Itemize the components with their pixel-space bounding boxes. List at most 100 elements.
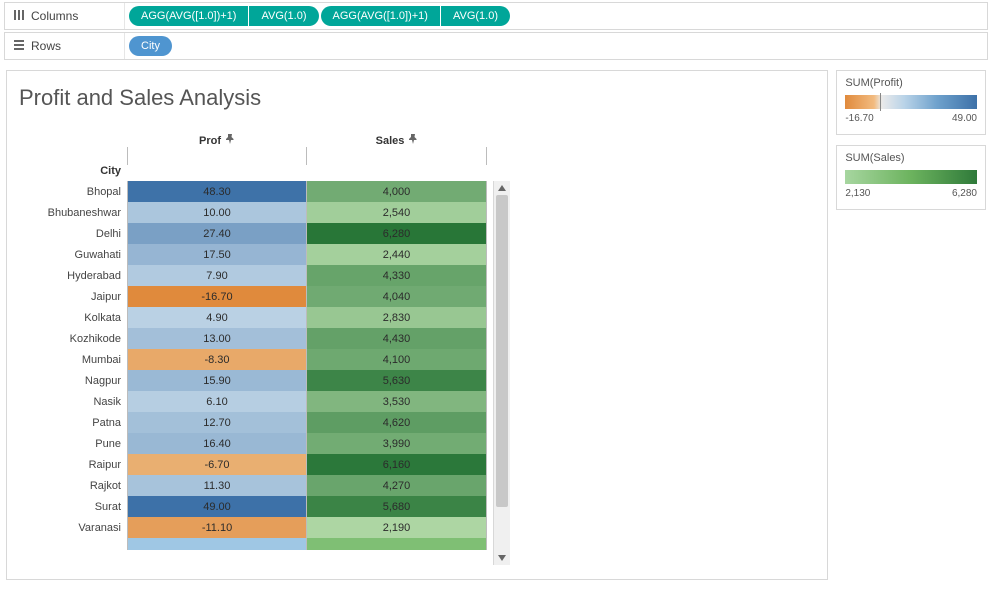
sales-cell[interactable]: 4,620 [307,412,487,433]
sales-cell[interactable]: 4,430 [307,328,487,349]
table-row: Raipur-6.706,160 [7,454,487,475]
profit-cell[interactable]: 7.90 [127,265,307,286]
table-row: Nagpur15.905,630 [7,370,487,391]
sales-cell[interactable]: 3,530 [307,391,487,412]
col-header-sales[interactable]: Sales [307,134,487,147]
legend-sales[interactable]: SUM(Sales) 2,130 6,280 [836,145,986,210]
sales-cell[interactable]: 6,160 [307,454,487,475]
table-row: Jaipur-16.704,040 [7,286,487,307]
columns-icon [13,9,25,24]
sales-cell[interactable]: 2,830 [307,307,487,328]
columns-pill-area[interactable]: AGG(AVG([1.0])+1)AVG(1.0)AGG(AVG([1.0])+… [125,3,987,29]
legend-profit[interactable]: SUM(Profit) -16.70 49.00 [836,70,986,135]
rows-label-text: Rows [31,39,61,53]
legend-sales-min: 2,130 [845,188,870,199]
pin-icon [408,134,418,147]
table-row: Hyderabad7.904,330 [7,265,487,286]
pill[interactable]: City [129,36,172,56]
profit-cell[interactable]: 11.30 [127,475,307,496]
data-table: Bhopal48.304,000Bhubaneshwar10.002,540De… [7,181,487,567]
row-label[interactable]: Surat [7,501,127,513]
profit-cell[interactable]: 15.90 [127,370,307,391]
sales-cell[interactable]: 5,680 [307,496,487,517]
profit-cell[interactable]: 4.90 [127,307,307,328]
profit-cell[interactable]: 48.30 [127,181,307,202]
sales-cell[interactable]: 6,280 [307,223,487,244]
table-row: Rajkot11.304,270 [7,475,487,496]
legend-panel: SUM(Profit) -16.70 49.00 SUM(Sales) 2,13… [836,70,986,580]
legend-sales-max: 6,280 [952,188,977,199]
profit-cell[interactable]: -11.10 [127,517,307,538]
table-row: Kozhikode13.004,430 [7,328,487,349]
sales-cell[interactable]: 4,100 [307,349,487,370]
row-label[interactable]: Guwahati [7,249,127,261]
table-row: Varanasi-11.102,190 [7,517,487,538]
legend-profit-min: -16.70 [845,113,873,124]
profit-cell[interactable]: -6.70 [127,454,307,475]
table-row-partial [7,538,487,550]
pill[interactable]: AGG(AVG([1.0])+1) [321,6,440,26]
columns-label-text: Columns [31,9,78,23]
legend-sales-title: SUM(Sales) [845,152,977,164]
profit-cell[interactable]: -8.30 [127,349,307,370]
sales-cell[interactable]: 2,190 [307,517,487,538]
sales-cell[interactable]: 3,990 [307,433,487,454]
table-row: Bhopal48.304,000 [7,181,487,202]
row-label[interactable]: Kozhikode [7,333,127,345]
scroll-up-button[interactable] [493,181,510,195]
table-row: Guwahati17.502,440 [7,244,487,265]
scrollbar[interactable] [493,195,510,551]
legend-profit-max: 49.00 [952,113,977,124]
row-label[interactable]: Mumbai [7,354,127,366]
profit-cell[interactable]: 27.40 [127,223,307,244]
row-label[interactable]: Pune [7,438,127,450]
rows-pill-area[interactable]: City [125,33,987,59]
row-label[interactable]: Nasik [7,396,127,408]
profit-cell[interactable]: 12.70 [127,412,307,433]
row-label[interactable]: Rajkot [7,480,127,492]
pill[interactable]: AVG(1.0) [440,6,510,26]
sales-cell[interactable]: 4,000 [307,181,487,202]
row-label[interactable]: Hyderabad [7,270,127,282]
row-label[interactable]: Nagpur [7,375,127,387]
pill[interactable]: AVG(1.0) [248,6,318,26]
row-label[interactable]: Bhubaneshwar [7,207,127,219]
profit-cell[interactable]: -16.70 [127,286,307,307]
legend-sales-gradient [845,170,977,184]
column-headers: Prof Sales [7,127,827,147]
row-label[interactable]: Delhi [7,228,127,240]
sales-cell[interactable]: 4,330 [307,265,487,286]
pin-icon [225,134,235,147]
viz-panel: Profit and Sales Analysis Prof Sales [6,70,828,580]
pill[interactable]: AGG(AVG([1.0])+1) [129,6,248,26]
profit-cell[interactable]: 13.00 [127,328,307,349]
scroll-down-button[interactable] [493,551,510,565]
row-label[interactable]: Kolkata [7,312,127,324]
table-row: Nasik6.103,530 [7,391,487,412]
col-header-profit[interactable]: Prof [127,134,307,147]
rows-icon [13,39,25,54]
rows-shelf[interactable]: Rows City [4,32,988,60]
columns-shelf-label: Columns [5,3,125,29]
scrollbar-thumb[interactable] [496,195,508,507]
profit-cell[interactable]: 10.00 [127,202,307,223]
row-label[interactable]: Patna [7,417,127,429]
row-label[interactable]: Varanasi [7,522,127,534]
row-label[interactable]: Bhopal [7,186,127,198]
columns-shelf[interactable]: Columns AGG(AVG([1.0])+1)AVG(1.0)AGG(AVG… [4,2,988,30]
profit-cell[interactable]: 17.50 [127,244,307,265]
sales-cell[interactable]: 4,270 [307,475,487,496]
row-header-label[interactable]: City [7,165,127,181]
profit-cell[interactable]: 16.40 [127,433,307,454]
profit-cell[interactable]: 6.10 [127,391,307,412]
sales-cell[interactable]: 2,540 [307,202,487,223]
sales-cell[interactable]: 2,440 [307,244,487,265]
row-label[interactable]: Jaipur [7,291,127,303]
profit-cell[interactable]: 49.00 [127,496,307,517]
table-row: Surat49.005,680 [7,496,487,517]
sales-cell[interactable]: 4,040 [307,286,487,307]
table-row: Bhubaneshwar10.002,540 [7,202,487,223]
sales-cell[interactable]: 5,630 [307,370,487,391]
row-label[interactable]: Raipur [7,459,127,471]
table-row: Patna12.704,620 [7,412,487,433]
